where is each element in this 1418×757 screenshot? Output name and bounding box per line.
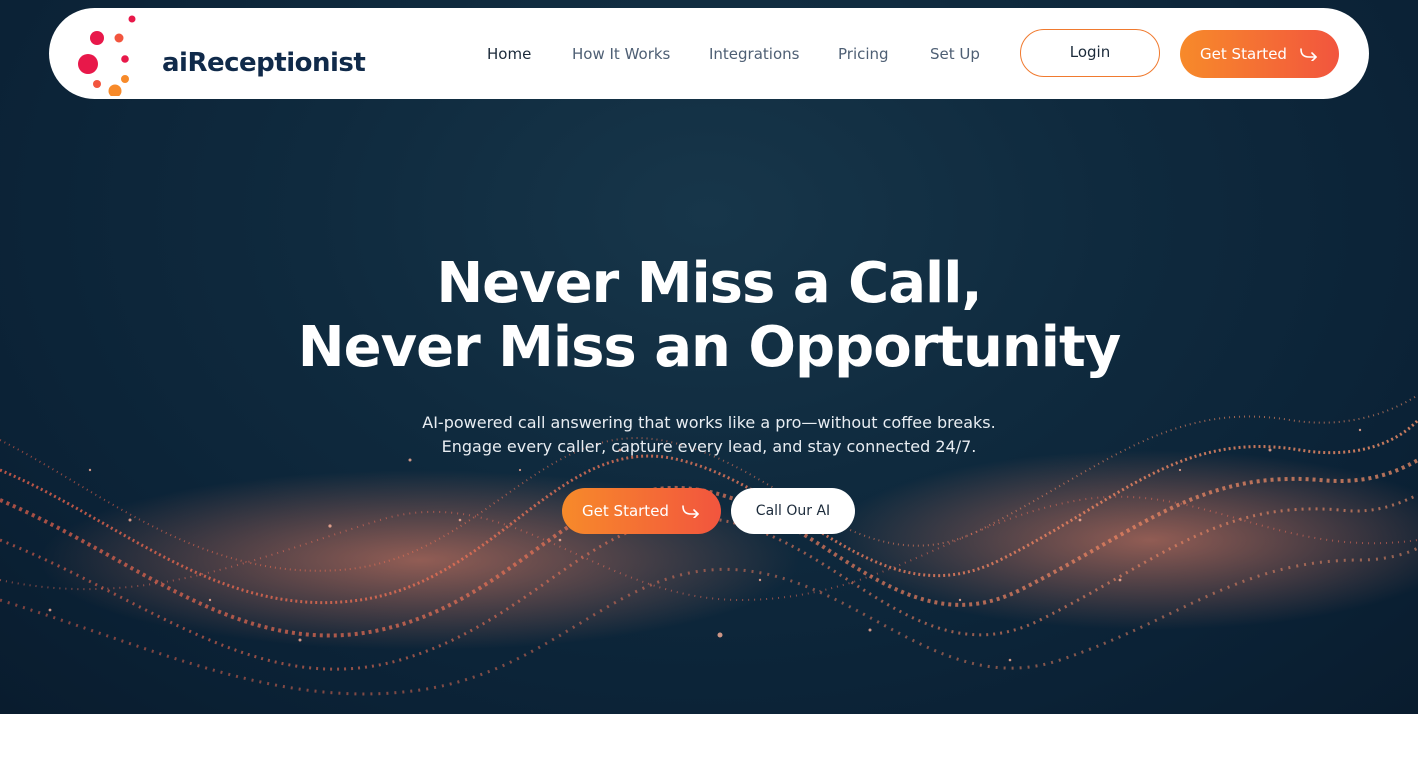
nav-link-set-up[interactable]: Set Up xyxy=(930,44,980,64)
hero-get-started-button[interactable]: Get Started xyxy=(562,488,721,534)
hero-subtitle-line-1: AI-powered call answering that works lik… xyxy=(422,413,996,432)
hero-get-started-label: Get Started xyxy=(582,502,669,520)
nav-link-how-it-works[interactable]: How It Works xyxy=(572,44,670,64)
brand-name: aiReceptionist xyxy=(162,48,366,78)
call-our-ai-label: Call Our AI xyxy=(755,503,831,519)
login-button[interactable]: Login xyxy=(1020,29,1160,77)
call-our-ai-button[interactable]: Call Our AI xyxy=(731,488,855,534)
nav-link-pricing[interactable]: Pricing xyxy=(838,44,889,64)
top-navbar: aiReceptionist Home How It Works Integra… xyxy=(49,8,1369,99)
arrow-curve-right-icon xyxy=(1300,48,1317,61)
brand-logo[interactable]: aiReceptionist xyxy=(77,12,366,96)
hero-title-line-2: Never Miss an Opportunity xyxy=(297,315,1122,380)
hero-section: Never Miss a Call, Never Miss an Opportu… xyxy=(0,0,1418,714)
login-label: Login xyxy=(1069,43,1111,61)
nav-get-started-label: Get Started xyxy=(1200,45,1287,63)
nav-link-integrations[interactable]: Integrations xyxy=(709,44,799,64)
hero-subtitle: AI-powered call answering that works lik… xyxy=(0,411,1418,459)
arrow-curve-right-icon xyxy=(682,505,699,518)
hero-subtitle-line-2: Engage every caller, capture every lead,… xyxy=(441,437,977,456)
nav-link-home[interactable]: Home xyxy=(487,44,531,64)
nav-get-started-button[interactable]: Get Started xyxy=(1180,30,1339,78)
hero-title-line-1: Never Miss a Call, xyxy=(436,251,982,316)
hero-title: Never Miss a Call, Never Miss an Opportu… xyxy=(0,252,1418,380)
